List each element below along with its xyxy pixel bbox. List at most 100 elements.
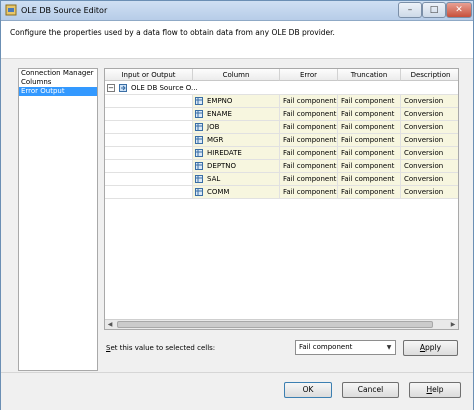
- column-icon: [195, 97, 203, 105]
- cell-truncation[interactable]: Fail component: [338, 160, 401, 173]
- column-icon: [195, 162, 203, 170]
- nav-item-error-output[interactable]: Error Output: [19, 87, 97, 96]
- cell-text: COMM: [207, 188, 230, 196]
- collapse-icon[interactable]: −: [107, 84, 115, 92]
- cell-text: Fail component: [341, 97, 395, 105]
- close-button[interactable]: ✕: [446, 2, 472, 18]
- header-panel: Configure the properties used by a data …: [1, 21, 473, 59]
- cell-text: DEPTNO: [207, 162, 237, 170]
- cell-column[interactable]: EMPNO: [193, 95, 280, 108]
- cell-text: MGR: [207, 136, 224, 144]
- cell-column[interactable]: JOB: [193, 121, 280, 134]
- cell-truncation[interactable]: Fail component: [338, 173, 401, 186]
- cell-text: Conversion: [404, 188, 444, 196]
- cell-text: Fail component: [341, 123, 395, 131]
- col-header-column[interactable]: Column: [193, 69, 280, 81]
- cell-column[interactable]: ENAME: [193, 108, 280, 121]
- cell-column[interactable]: SAL: [193, 173, 280, 186]
- cell-text: Fail component: [283, 136, 337, 144]
- row-indent-cell[interactable]: [105, 108, 193, 121]
- cell-truncation[interactable]: Fail component: [338, 134, 401, 147]
- cell-error[interactable]: Fail component: [280, 160, 338, 173]
- cell-text: Fail component: [341, 149, 395, 157]
- cell-text: Fail component: [341, 175, 395, 183]
- minimize-button[interactable]: –: [398, 2, 422, 18]
- cell-text: Conversion: [404, 136, 444, 144]
- row-indent-cell[interactable]: [105, 186, 193, 199]
- column-icon: [195, 136, 203, 144]
- maximize-button[interactable]: □: [422, 2, 446, 18]
- cell-text: Fail component: [283, 162, 337, 170]
- scroll-right-icon[interactable]: ▶: [448, 320, 458, 329]
- cell-description[interactable]: Conversion: [401, 134, 458, 147]
- column-icon: [195, 149, 203, 157]
- cell-error[interactable]: Fail component: [280, 134, 338, 147]
- row-indent-cell[interactable]: [105, 147, 193, 160]
- error-output-grid[interactable]: Input or Output Column Error Truncation …: [104, 68, 459, 330]
- nav-pane: Connection Manager Columns Error Output: [18, 68, 98, 371]
- cell-error[interactable]: Fail component: [280, 95, 338, 108]
- column-icon: [195, 188, 203, 196]
- column-icon: [195, 175, 203, 183]
- row-indent-cell[interactable]: [105, 121, 193, 134]
- cell-column[interactable]: HIREDATE: [193, 147, 280, 160]
- set-value-dropdown[interactable]: Fail component ▼: [295, 340, 396, 355]
- cell-column[interactable]: COMM: [193, 186, 280, 199]
- cell-text: Fail component: [341, 110, 395, 118]
- cell-truncation[interactable]: Fail component: [338, 95, 401, 108]
- cell-error[interactable]: Fail component: [280, 147, 338, 160]
- cell-text: Fail component: [283, 97, 337, 105]
- cell-error[interactable]: Fail component: [280, 186, 338, 199]
- cell-text: Conversion: [404, 162, 444, 170]
- cell-description[interactable]: Conversion: [401, 147, 458, 160]
- column-icon: [195, 110, 203, 118]
- scroll-thumb[interactable]: [117, 321, 433, 328]
- row-indent-cell[interactable]: [105, 160, 193, 173]
- ok-button[interactable]: OK: [284, 382, 332, 398]
- cell-text: Conversion: [404, 175, 444, 183]
- cell-truncation[interactable]: Fail component: [338, 147, 401, 160]
- col-header-error[interactable]: Error: [280, 69, 338, 81]
- cell-description[interactable]: Conversion: [401, 108, 458, 121]
- dropdown-arrow-icon[interactable]: ▼: [383, 341, 395, 354]
- nav-item-connection-manager[interactable]: Connection Manager: [19, 69, 97, 78]
- ssis-app-icon: [5, 4, 17, 16]
- cell-text: Conversion: [404, 110, 444, 118]
- scroll-left-icon[interactable]: ◀: [105, 320, 115, 329]
- cell-truncation[interactable]: Fail component: [338, 186, 401, 199]
- cell-description[interactable]: Conversion: [401, 95, 458, 108]
- row-indent-cell[interactable]: [105, 134, 193, 147]
- help-button[interactable]: Help: [409, 382, 461, 398]
- cell-text: Fail component: [283, 149, 337, 157]
- cell-error[interactable]: Fail component: [280, 173, 338, 186]
- horizontal-scrollbar[interactable]: ◀ ▶: [105, 319, 458, 329]
- cell-column[interactable]: MGR: [193, 134, 280, 147]
- cancel-button[interactable]: Cancel: [342, 382, 399, 398]
- header-description: Configure the properties used by a data …: [10, 28, 335, 37]
- nav-item-columns[interactable]: Columns: [19, 78, 97, 87]
- row-indent-cell[interactable]: [105, 95, 193, 108]
- row-indent-cell[interactable]: [105, 173, 193, 186]
- cell-text: HIREDATE: [207, 149, 242, 157]
- cell-description[interactable]: Conversion: [401, 121, 458, 134]
- cell-description[interactable]: Conversion: [401, 186, 458, 199]
- col-header-description[interactable]: Description: [401, 69, 458, 81]
- cell-error[interactable]: Fail component: [280, 121, 338, 134]
- cell-description[interactable]: Conversion: [401, 160, 458, 173]
- cell-truncation[interactable]: Fail component: [338, 108, 401, 121]
- apply-button[interactable]: Apply: [403, 340, 458, 356]
- output-icon: [119, 84, 127, 92]
- cell-text: SAL: [207, 175, 221, 183]
- window-title: OLE DB Source Editor: [21, 6, 108, 15]
- cell-column[interactable]: DEPTNO: [193, 160, 280, 173]
- cell-text: Fail component: [283, 175, 337, 183]
- cell-description[interactable]: Conversion: [401, 173, 458, 186]
- title-bar[interactable]: OLE DB Source Editor – □ ✕: [1, 1, 473, 21]
- dialog-window: OLE DB Source Editor – □ ✕ Configure the…: [0, 0, 474, 410]
- set-value-label: Set this value to selected cells:: [106, 344, 216, 352]
- col-header-truncation[interactable]: Truncation: [338, 69, 401, 81]
- output-group-row[interactable]: − OLE DB Source O...: [105, 81, 458, 95]
- cell-error[interactable]: Fail component: [280, 108, 338, 121]
- col-header-input-or-output[interactable]: Input or Output: [105, 69, 193, 81]
- cell-truncation[interactable]: Fail component: [338, 121, 401, 134]
